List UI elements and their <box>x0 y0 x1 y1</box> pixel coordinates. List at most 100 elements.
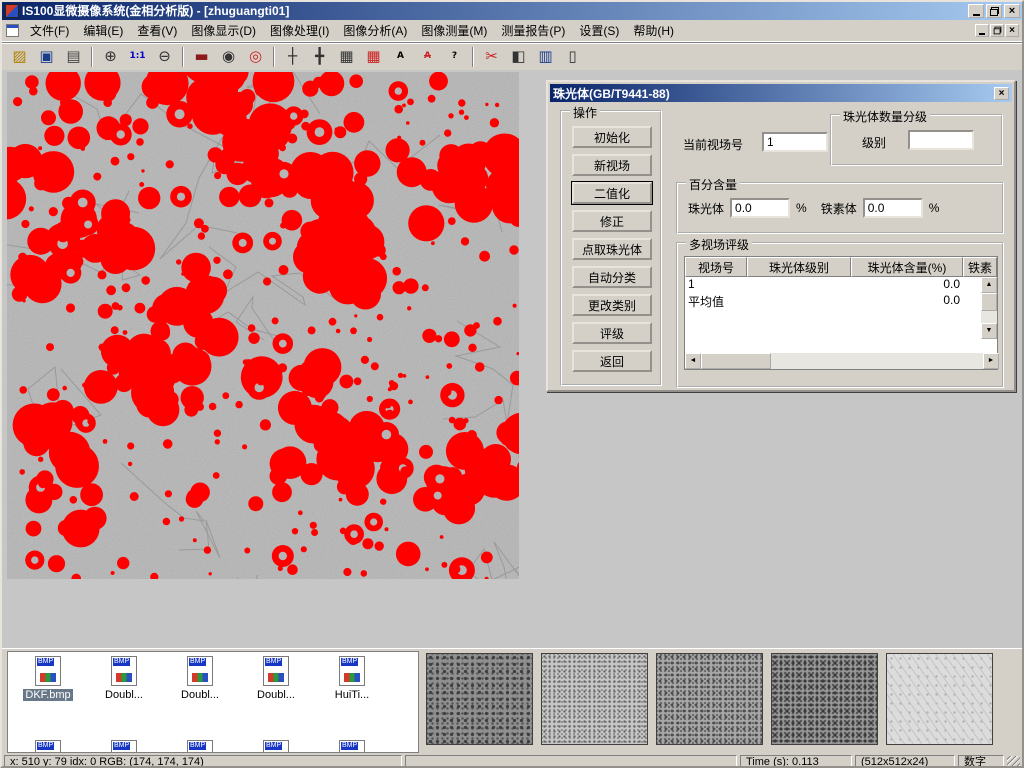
menu-item-4[interactable]: 图像显示(D) <box>184 19 263 42</box>
print-button[interactable]: ▤ <box>61 45 86 68</box>
help-button[interactable]: ? <box>442 45 467 68</box>
level-input[interactable] <box>908 130 974 150</box>
horizontal-scroll-track[interactable] <box>771 353 983 369</box>
file-item[interactable] <box>162 740 238 753</box>
menu-item-5[interactable]: 图像处理(I) <box>263 19 336 42</box>
level-label: 级别 <box>862 134 886 151</box>
vertical-scroll-thumb[interactable] <box>981 293 997 311</box>
op-button-2[interactable]: 新视场 <box>572 154 652 176</box>
current-field-input[interactable] <box>762 132 828 152</box>
op-button-4[interactable]: 修正 <box>572 210 652 232</box>
op-button-1[interactable]: 初始化 <box>572 126 652 148</box>
thumbnail-3[interactable] <box>656 653 763 745</box>
percentage-group-label: 百分含量 <box>686 176 740 193</box>
count-grid-button[interactable]: ▦ <box>361 45 386 68</box>
file-item[interactable]: HuiTi... <box>314 656 390 701</box>
ferrite-percent-input[interactable] <box>863 198 923 218</box>
file-name: Doubl... <box>179 689 221 701</box>
percentage-group: 百分含量 珠光体 % 铁素体 % <box>676 182 1004 234</box>
op-button-3[interactable]: 二值化 <box>572 182 652 204</box>
scroll-down-arrow[interactable]: ▼ <box>981 323 997 339</box>
file-item[interactable] <box>10 740 86 753</box>
menu-item-1[interactable]: 文件(F) <box>23 19 76 42</box>
video-capture-button[interactable]: ▬ <box>189 45 214 68</box>
ruler-button[interactable]: ▯ <box>560 45 585 68</box>
zoom-out-button[interactable]: ⊖ <box>152 45 177 68</box>
open-icon: ▨ <box>12 49 26 64</box>
mdi-child-icon[interactable] <box>6 24 19 37</box>
file-name: HuiTi... <box>333 689 371 701</box>
menu-item-6[interactable]: 图像分析(A) <box>336 19 414 42</box>
menu-item-9[interactable]: 设置(S) <box>572 19 626 42</box>
open-button[interactable]: ▨ <box>7 45 32 68</box>
file-item[interactable]: Doubl... <box>238 656 314 701</box>
stage-button[interactable]: ◧ <box>506 45 531 68</box>
thumbnail-2[interactable] <box>541 653 648 745</box>
menu-item-8[interactable]: 测量报告(P) <box>494 19 572 42</box>
pearlite-percent-input[interactable] <box>730 198 790 218</box>
pearlite-dialog: 珠光体(GB/T9441-88) × 操作 初始化新视场二值化修正点取珠光体自动… <box>546 80 1016 392</box>
op-button-6[interactable]: 自动分类 <box>572 266 652 288</box>
file-item[interactable] <box>314 740 390 753</box>
op-button-7[interactable]: 更改类别 <box>572 294 652 316</box>
table-row[interactable]: 10.0 <box>685 277 981 293</box>
scissors-button[interactable]: ✂ <box>479 45 504 68</box>
thumbnail-strip <box>426 653 993 745</box>
file-item[interactable] <box>86 740 162 753</box>
thumbnail-5[interactable] <box>886 653 993 745</box>
probe-button[interactable]: ▥ <box>533 45 558 68</box>
dialog-close-button[interactable]: × <box>994 87 1009 100</box>
bmp-file-icon <box>263 740 289 753</box>
file-item[interactable]: Doubl... <box>86 656 162 701</box>
minimize-button[interactable] <box>968 4 984 18</box>
scroll-left-arrow[interactable]: ◄ <box>685 353 701 369</box>
camera-button[interactable]: ◉ <box>216 45 241 68</box>
table-column-header[interactable]: 铁素 <box>963 257 997 277</box>
close-button[interactable]: × <box>1004 4 1020 18</box>
multifield-table-body[interactable]: 10.0平均值0.0 <box>685 277 981 339</box>
resize-grip[interactable] <box>1007 756 1020 768</box>
dialog-title-bar[interactable]: 珠光体(GB/T9441-88) × <box>550 84 1012 102</box>
scroll-right-arrow[interactable]: ► <box>983 353 999 369</box>
thumbnail-1[interactable] <box>426 653 533 745</box>
file-item[interactable] <box>238 740 314 753</box>
mdi-restore-button[interactable] <box>990 24 1004 37</box>
op-button-8[interactable]: 评级 <box>572 322 652 344</box>
file-item[interactable]: Doubl... <box>162 656 238 701</box>
actual-size-button[interactable]: 1:1 <box>125 45 150 68</box>
mdi-minimize-button[interactable] <box>975 24 989 37</box>
restore-button[interactable] <box>986 4 1002 18</box>
mdi-close-button[interactable]: × <box>1005 24 1019 37</box>
file-item[interactable]: DKF.bmp <box>10 656 86 701</box>
table-row[interactable]: 平均值0.0 <box>685 293 981 309</box>
table-column-header[interactable]: 珠光体级别 <box>747 257 851 277</box>
thumbnail-4[interactable] <box>771 653 878 745</box>
grid-button[interactable]: ▦ <box>334 45 359 68</box>
save-button[interactable]: ▣ <box>34 45 59 68</box>
title-bar: IS100显微摄像系统(金相分析版) - [zhuguangti01] × <box>2 2 1022 20</box>
op-button-5[interactable]: 点取珠光体 <box>572 238 652 260</box>
measure-line-button[interactable]: ╋ <box>307 45 332 68</box>
menu-item-7[interactable]: 图像测量(M) <box>414 19 494 42</box>
table-cell: 0.0 <box>851 277 963 293</box>
op-button-9[interactable]: 返回 <box>572 350 652 372</box>
annotate-a-strike-button[interactable]: A <box>415 45 440 68</box>
status-bar: x: 510 y: 79 idx: 0 RGB: (174, 174, 174)… <box>2 754 1022 768</box>
table-column-header[interactable]: 珠光体含量(%) <box>851 257 963 277</box>
table-horizontal-scrollbar[interactable]: ◄ ► <box>685 353 999 369</box>
multifield-group-label: 多视场评级 <box>686 236 752 253</box>
measure-point-button[interactable]: ┼ <box>280 45 305 68</box>
target-button[interactable]: ◎ <box>243 45 268 68</box>
zoom-in-button[interactable]: ⊕ <box>98 45 123 68</box>
menu-item-10[interactable]: 帮助(H) <box>626 19 681 42</box>
horizontal-scroll-thumb[interactable] <box>701 353 771 369</box>
menu-item-2[interactable]: 编辑(E) <box>76 19 130 42</box>
annotate-a-button[interactable]: A <box>388 45 413 68</box>
table-column-header[interactable]: 视场号 <box>685 257 747 277</box>
specimen-image[interactable] <box>7 72 519 579</box>
menu-item-3[interactable]: 查看(V) <box>130 19 184 42</box>
scroll-up-arrow[interactable]: ▲ <box>981 277 997 293</box>
table-vertical-scrollbar[interactable]: ▲ ▼ <box>981 277 997 339</box>
zoom-in-icon: ⊕ <box>104 49 117 64</box>
pearlite-label: 珠光体 <box>688 200 724 217</box>
